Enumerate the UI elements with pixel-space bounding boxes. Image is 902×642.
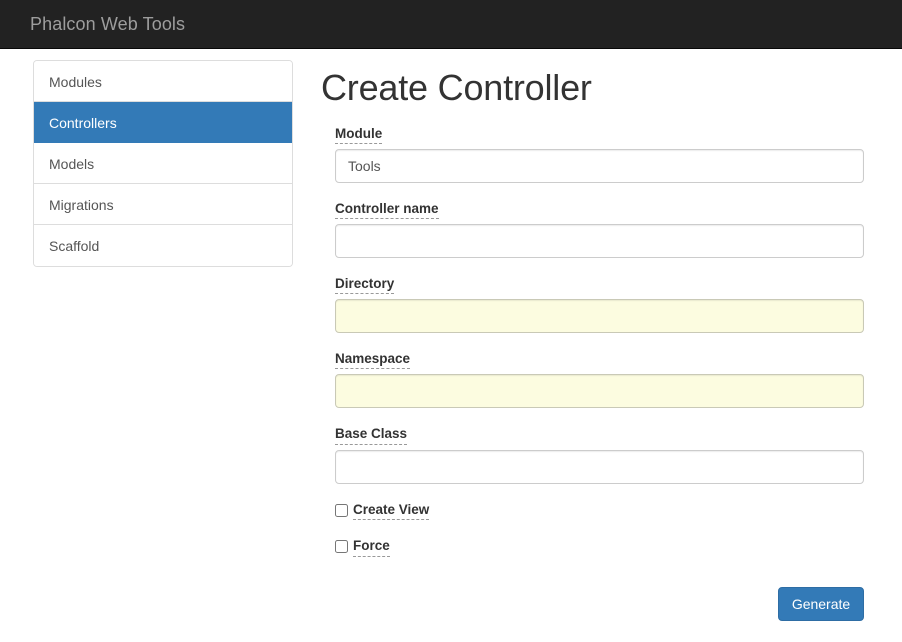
top-navbar: Phalcon Web Tools bbox=[0, 0, 902, 49]
submit-row: Generate bbox=[335, 587, 864, 622]
sidebar-item-label: Models bbox=[49, 156, 95, 172]
base-class-label: Base Class bbox=[335, 426, 408, 445]
field-group-controller-name: Controller name bbox=[321, 198, 866, 258]
field-group-base-class: Base Class bbox=[321, 423, 866, 484]
sidebar-list-group: Modules Controllers Models Migrations Sc… bbox=[33, 60, 293, 267]
sidebar-item-modules[interactable]: Modules bbox=[34, 61, 292, 102]
create-view-checkbox[interactable] bbox=[335, 503, 348, 517]
module-input[interactable] bbox=[335, 148, 864, 183]
navbar-brand[interactable]: Phalcon Web Tools bbox=[0, 14, 185, 34]
field-group-directory: Directory bbox=[321, 273, 866, 334]
module-label: Module bbox=[335, 126, 383, 144]
controller-name-label: Controller name bbox=[335, 201, 439, 219]
generate-button[interactable]: Generate bbox=[778, 587, 864, 622]
checkbox-row-create-view: Create View bbox=[335, 502, 866, 521]
sidebar-item-label: Modules bbox=[49, 74, 102, 90]
directory-label: Directory bbox=[335, 276, 395, 295]
field-group-namespace: Namespace bbox=[321, 348, 866, 409]
sidebar-item-models[interactable]: Models bbox=[34, 143, 292, 184]
directory-input[interactable] bbox=[335, 299, 864, 334]
controller-name-input[interactable] bbox=[335, 223, 864, 258]
sidebar-item-controllers[interactable]: Controllers bbox=[34, 102, 292, 143]
sidebar-item-scaffold[interactable]: Scaffold bbox=[34, 225, 292, 266]
create-controller-form: Create Controller Module Controller name… bbox=[321, 49, 866, 622]
page-container: Modules Controllers Models Migrations Sc… bbox=[0, 49, 902, 642]
namespace-label: Namespace bbox=[335, 351, 411, 370]
force-checkbox[interactable] bbox=[335, 540, 348, 554]
page-title: Create Controller bbox=[321, 67, 592, 108]
sidebar-item-migrations[interactable]: Migrations bbox=[34, 184, 292, 225]
field-group-module: Module bbox=[321, 123, 866, 183]
sidebar-item-label: Migrations bbox=[49, 197, 114, 213]
create-view-label: Create View bbox=[353, 502, 430, 521]
sidebar-item-label: Controllers bbox=[49, 115, 117, 131]
checkbox-row-force: Force bbox=[335, 538, 866, 558]
force-label: Force bbox=[353, 538, 390, 558]
base-class-input[interactable] bbox=[335, 449, 864, 484]
namespace-input[interactable] bbox=[335, 374, 864, 409]
sidebar-item-label: Scaffold bbox=[49, 238, 100, 254]
